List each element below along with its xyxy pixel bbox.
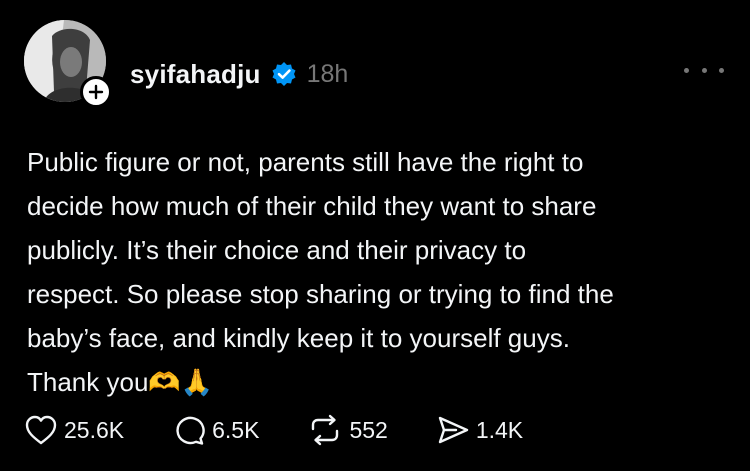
post-time: 18h <box>306 59 349 88</box>
send-icon <box>438 416 469 444</box>
avatar-container[interactable] <box>24 20 112 108</box>
repost-icon <box>312 414 339 446</box>
post-text-line: respect. So please stop sharing or tryin… <box>27 279 614 309</box>
more-dots-icon <box>684 67 689 73</box>
like-count: 25.6K <box>64 416 125 443</box>
post-text-line: decide how much of their child they want… <box>27 191 597 221</box>
more-dots-icon <box>701 67 707 73</box>
post-header: syifahadju 18h <box>130 54 348 94</box>
more-options-button[interactable] <box>684 62 724 78</box>
post-actions: 25.6K 6.5K 552 1.4K <box>24 410 571 450</box>
repost-button[interactable]: 552 <box>307 414 388 446</box>
post-text-line: publicly. It’s their choice and their pr… <box>27 235 527 265</box>
post-text-line: Thank you🫶🙏 <box>27 367 214 397</box>
plus-icon <box>88 84 104 100</box>
post-text-line: baby’s face, and kindly keep it to yours… <box>27 323 570 353</box>
post-text-line: Public figure or not, parents still have… <box>27 147 584 177</box>
thread-post: syifahadju 18h Public figure or not, par… <box>0 0 750 471</box>
more-dots-icon <box>719 67 724 73</box>
share-count: 1.4K <box>475 416 524 443</box>
repost-count: 552 <box>349 416 388 443</box>
share-button[interactable]: 1.4K <box>436 414 523 446</box>
verified-badge-icon <box>272 62 296 86</box>
comment-bubble-icon <box>176 416 205 445</box>
post-text: Public figure or not, parents still have… <box>27 140 727 404</box>
like-button[interactable]: 25.6K <box>24 414 124 446</box>
follow-button[interactable] <box>80 76 112 108</box>
username[interactable]: syifahadju <box>130 59 261 90</box>
heart-icon <box>25 415 57 445</box>
reply-button[interactable]: 6.5K <box>172 414 259 446</box>
reply-count: 6.5K <box>212 416 260 443</box>
